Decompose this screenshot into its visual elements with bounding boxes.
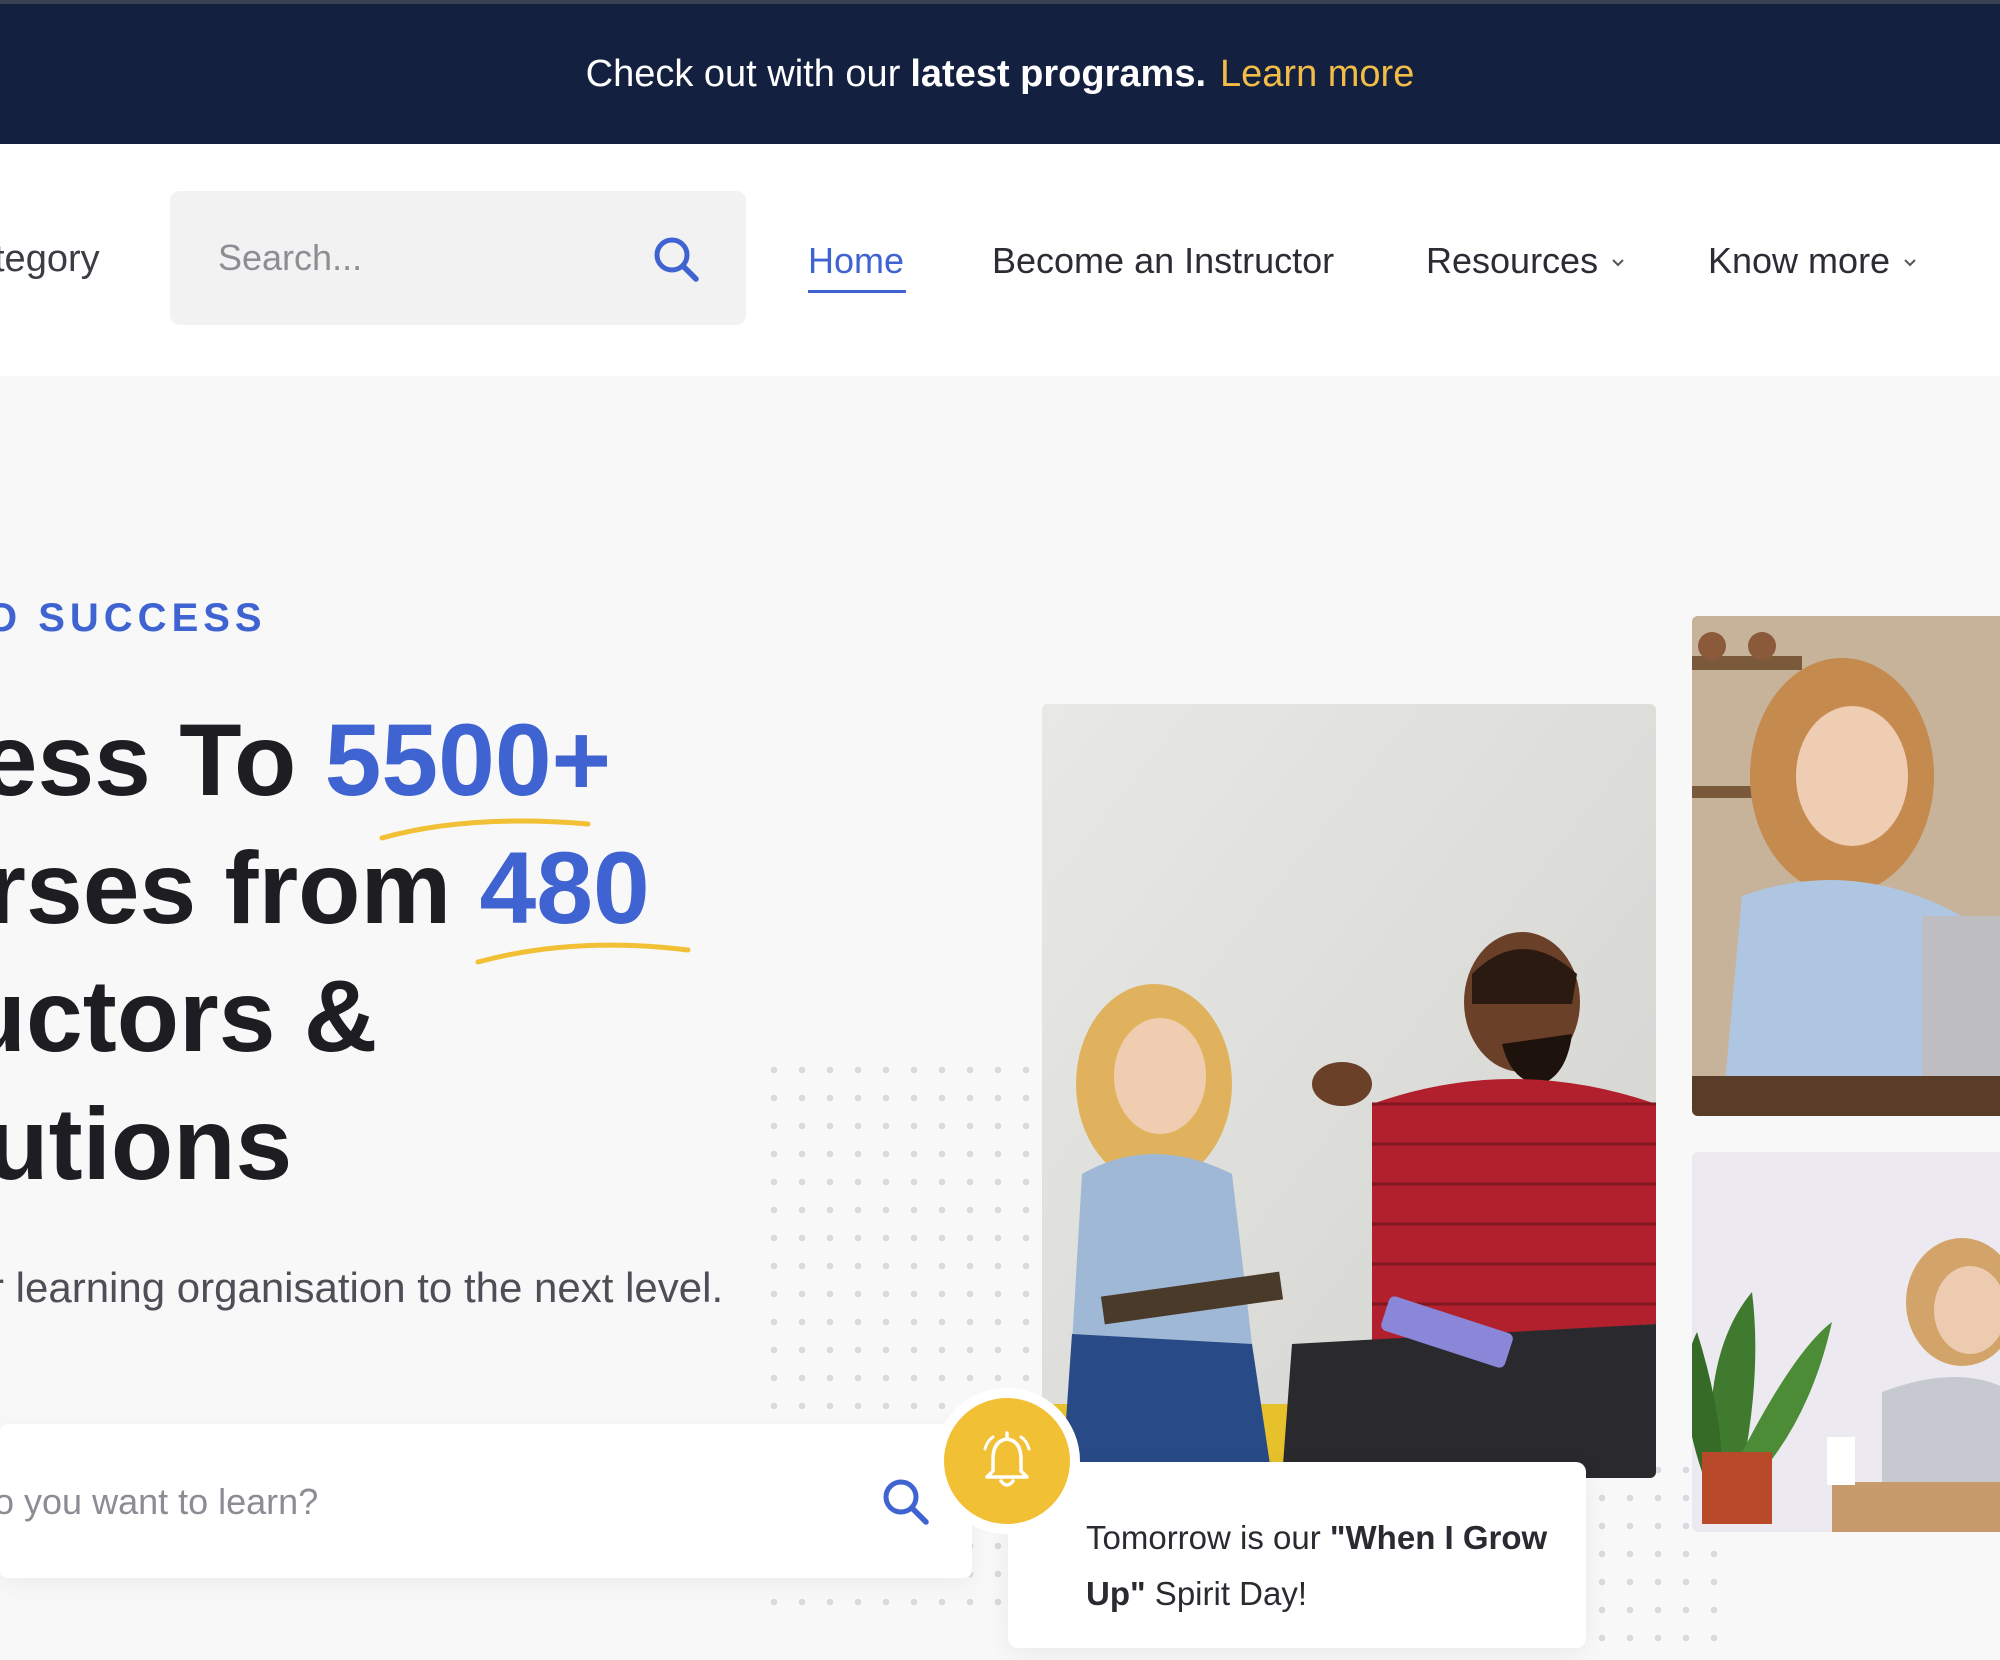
hero-search-box <box>0 1424 972 1578</box>
active-nav-indicator <box>808 290 906 293</box>
hero-section: O SUCCESS cess To 5500+ urses from 480 r… <box>0 376 2000 1660</box>
category-menu[interactable]: tegory <box>0 238 100 281</box>
headline-line-1: cess To 5500+ <box>0 696 824 824</box>
nav-item-resources-label: Resources <box>1426 240 1599 281</box>
chevron-down-icon <box>1904 259 1916 267</box>
nav-search-box <box>170 191 746 325</box>
main-navbar: tegory Home Become an Instructor Resourc… <box>0 144 2000 376</box>
nav-item-know-more[interactable]: Know more <box>1708 240 1920 282</box>
headline-text: cess To <box>0 703 297 817</box>
headline-line-4: itutions <box>0 1087 293 1201</box>
bell-button[interactable] <box>944 1398 1070 1524</box>
courses-count-highlight: 5500+ <box>324 703 612 817</box>
nav-item-resources[interactable]: Resources <box>1426 240 1628 282</box>
announcement-emphasis: latest programs. <box>910 52 1207 95</box>
hero-headline: cess To 5500+ urses from 480 ructors & i… <box>0 696 824 1208</box>
nav-item-know-more-label: Know more <box>1708 240 1891 281</box>
photo-students-discussion <box>1042 704 1656 1478</box>
nav-search-input[interactable] <box>216 229 636 287</box>
search-icon[interactable] <box>648 231 704 287</box>
notification-text: Tomorrow is our "When I Grow Up" Spirit … <box>1086 1510 1556 1622</box>
headline-text: urses from <box>0 831 452 945</box>
announcement-text: Check out with our <box>585 52 901 95</box>
hero-subtext: r learning organisation to the next leve… <box>0 1264 724 1311</box>
hero-eyebrow: O SUCCESS <box>0 596 267 640</box>
chevron-down-icon <box>1612 259 1624 267</box>
notification-card[interactable]: Tomorrow is our "When I Grow Up" Spirit … <box>1008 1462 1586 1648</box>
photo-woman-studying <box>1692 1152 2000 1532</box>
course-search-input[interactable] <box>0 1472 812 1532</box>
squiggle-underline <box>379 818 591 841</box>
nav-item-become-instructor[interactable]: Become an Instructor <box>992 240 1334 282</box>
announcement-bar: Check out with our latest programs. Lear… <box>0 0 2000 144</box>
nav-item-home[interactable]: Home <box>808 240 904 282</box>
learn-more-link[interactable]: Learn more <box>1220 53 1414 96</box>
notification-suffix: Spirit Day! <box>1145 1575 1308 1612</box>
squiggle-underline <box>475 942 691 965</box>
notification-prefix: Tomorrow is our <box>1086 1519 1330 1556</box>
headline-line-3: ructors & <box>0 959 378 1073</box>
bell-icon <box>983 1431 1031 1487</box>
photo-woman-laptop <box>1692 616 2000 1116</box>
instructors-count-highlight: 480 <box>479 831 650 945</box>
search-icon[interactable] <box>876 1472 934 1530</box>
